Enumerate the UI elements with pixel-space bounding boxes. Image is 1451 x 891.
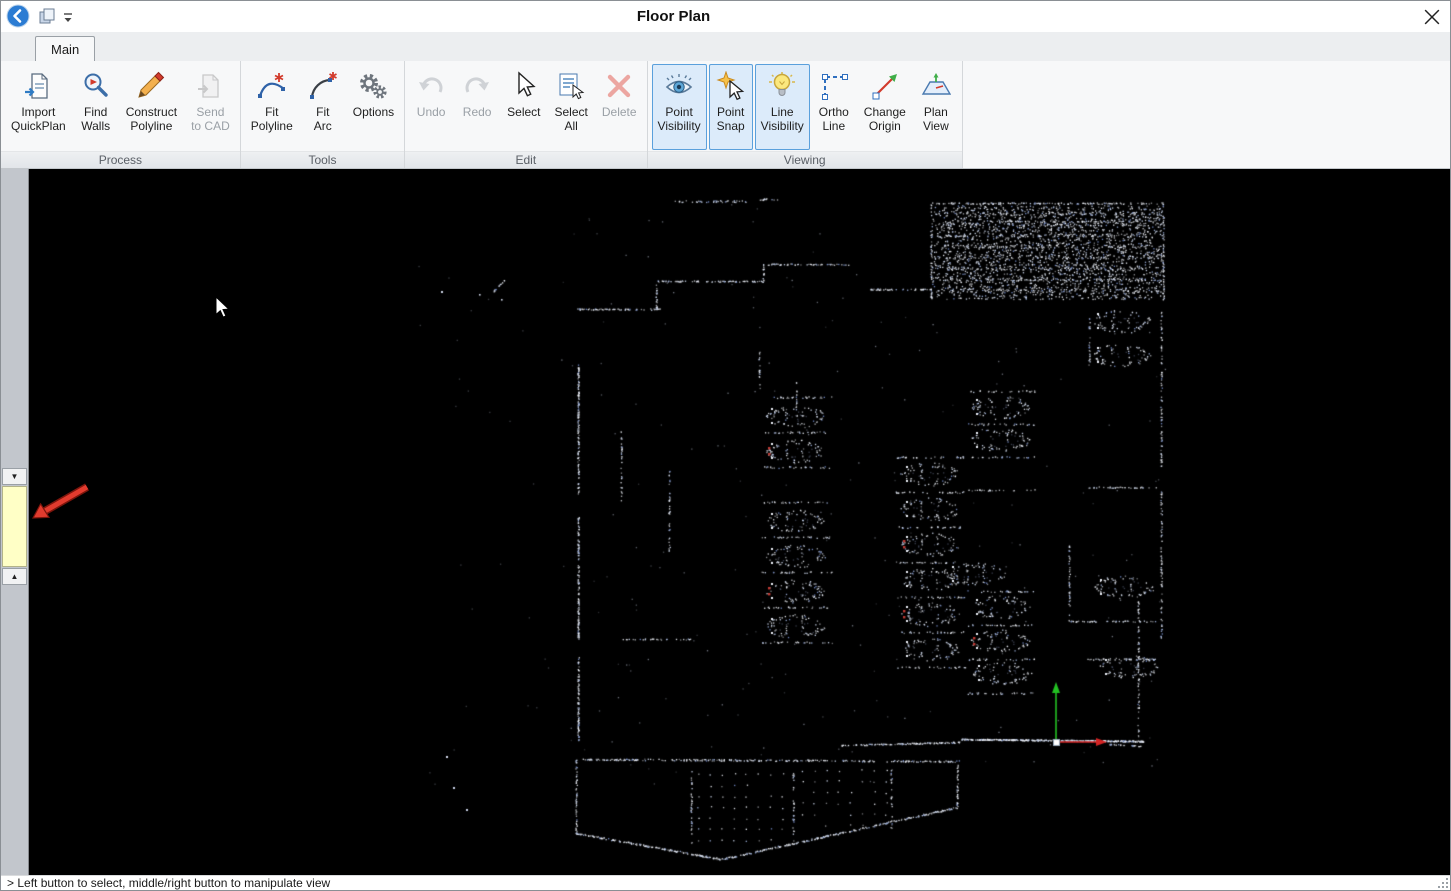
- status-message: > Left button to select, middle/right bu…: [7, 877, 330, 890]
- window-title: Floor Plan: [601, 8, 746, 25]
- ribbon-group-viewing: PointVisibility PointSnap: [648, 61, 963, 168]
- construct-polyline-icon: [135, 70, 167, 102]
- side-panel-strip: ▼ ▲: [1, 169, 29, 875]
- find-walls-button[interactable]: FindWalls: [74, 64, 118, 150]
- ribbon-tab-strip: Main: [1, 32, 1450, 61]
- delete-icon: [603, 70, 635, 102]
- find-walls-icon: [80, 70, 112, 102]
- quick-access-dropdown-icon[interactable]: [63, 11, 73, 23]
- button-label: FitPolyline: [251, 105, 293, 133]
- button-label: FindWalls: [81, 105, 110, 133]
- button-label: PlanView: [923, 105, 949, 133]
- fit-arc-icon: [307, 70, 339, 102]
- panel-up-button[interactable]: ▲: [2, 568, 27, 585]
- plan-view-button[interactable]: PlanView: [914, 64, 958, 150]
- point-visibility-button[interactable]: PointVisibility: [652, 64, 707, 150]
- status-bar: > Left button to select, middle/right bu…: [1, 875, 1450, 890]
- button-label: ChangeOrigin: [864, 105, 906, 133]
- button-label: ConstructPolyline: [126, 105, 177, 133]
- change-origin-button[interactable]: ChangeOrigin: [858, 64, 912, 150]
- button-label: Sendto CAD: [191, 105, 230, 133]
- button-label: Select: [507, 105, 540, 133]
- options-gears-icon: [357, 70, 389, 102]
- snap-cursor-star-icon: [715, 70, 747, 102]
- back-button[interactable]: [6, 4, 30, 28]
- ribbon-group-edit: Undo Redo Select: [405, 61, 647, 168]
- import-quickplan-icon: [22, 70, 54, 102]
- group-caption-process: Process: [1, 151, 240, 168]
- fit-polyline-icon: [256, 70, 288, 102]
- app-window: Floor Plan Main ImportQuickPlan: [0, 0, 1451, 891]
- panel-down-button[interactable]: ▼: [2, 468, 27, 485]
- button-label: SelectAll: [555, 105, 588, 133]
- tab-main[interactable]: Main: [35, 36, 95, 61]
- undo-icon: [415, 70, 447, 102]
- title-bar: Floor Plan: [1, 1, 1450, 32]
- select-all-icon: [555, 70, 587, 102]
- construct-polyline-button[interactable]: ConstructPolyline: [120, 64, 183, 150]
- options-button[interactable]: Options: [347, 64, 400, 150]
- ribbon-group-tools: FitPolyline FitArc Options: [241, 61, 405, 168]
- fit-polyline-button[interactable]: FitPolyline: [245, 64, 299, 150]
- collapsed-panel[interactable]: [2, 486, 27, 567]
- group-caption-viewing: Viewing: [648, 151, 962, 168]
- select-button[interactable]: Select: [501, 64, 546, 150]
- button-label: FitArc: [314, 105, 332, 133]
- select-all-button[interactable]: SelectAll: [549, 64, 594, 150]
- line-visibility-button[interactable]: LineVisibility: [755, 64, 810, 150]
- quick-access-paste-icon[interactable]: [37, 6, 57, 26]
- floorplan-viewport[interactable]: [29, 169, 1450, 875]
- import-quickplan-button[interactable]: ImportQuickPlan: [5, 64, 72, 150]
- fit-arc-button[interactable]: FitArc: [301, 64, 345, 150]
- button-label: Redo: [463, 105, 492, 133]
- group-caption-tools: Tools: [241, 151, 404, 168]
- button-label: Undo: [417, 105, 446, 133]
- select-cursor-icon: [508, 70, 540, 102]
- light-bulb-icon: [766, 70, 798, 102]
- send-to-cad-icon: [194, 70, 226, 102]
- resize-grip[interactable]: [1437, 877, 1449, 889]
- workspace: ▼ ▲: [1, 169, 1450, 875]
- plan-view-icon: [920, 70, 952, 102]
- eye-icon: [663, 70, 695, 102]
- ribbon-group-process: ImportQuickPlan FindWalls: [1, 61, 241, 168]
- send-to-cad-button[interactable]: Sendto CAD: [185, 64, 236, 150]
- close-button[interactable]: [1424, 9, 1440, 25]
- group-caption-edit: Edit: [405, 151, 646, 168]
- redo-button[interactable]: Redo: [455, 64, 499, 150]
- button-label: PointSnap: [717, 105, 745, 133]
- button-label: Delete: [602, 105, 637, 133]
- redo-icon: [461, 70, 493, 102]
- button-label: PointVisibility: [658, 105, 701, 133]
- undo-button[interactable]: Undo: [409, 64, 453, 150]
- button-label: LineVisibility: [761, 105, 804, 133]
- ortho-line-button[interactable]: OrthoLine: [812, 64, 856, 150]
- point-snap-button[interactable]: PointSnap: [709, 64, 753, 150]
- button-label: Options: [353, 105, 394, 133]
- button-label: OrthoLine: [819, 105, 849, 133]
- delete-button[interactable]: Delete: [596, 64, 643, 150]
- ribbon: ImportQuickPlan FindWalls: [1, 61, 1450, 169]
- ortho-line-icon: [818, 70, 850, 102]
- button-label: ImportQuickPlan: [11, 105, 66, 133]
- change-origin-icon: [869, 70, 901, 102]
